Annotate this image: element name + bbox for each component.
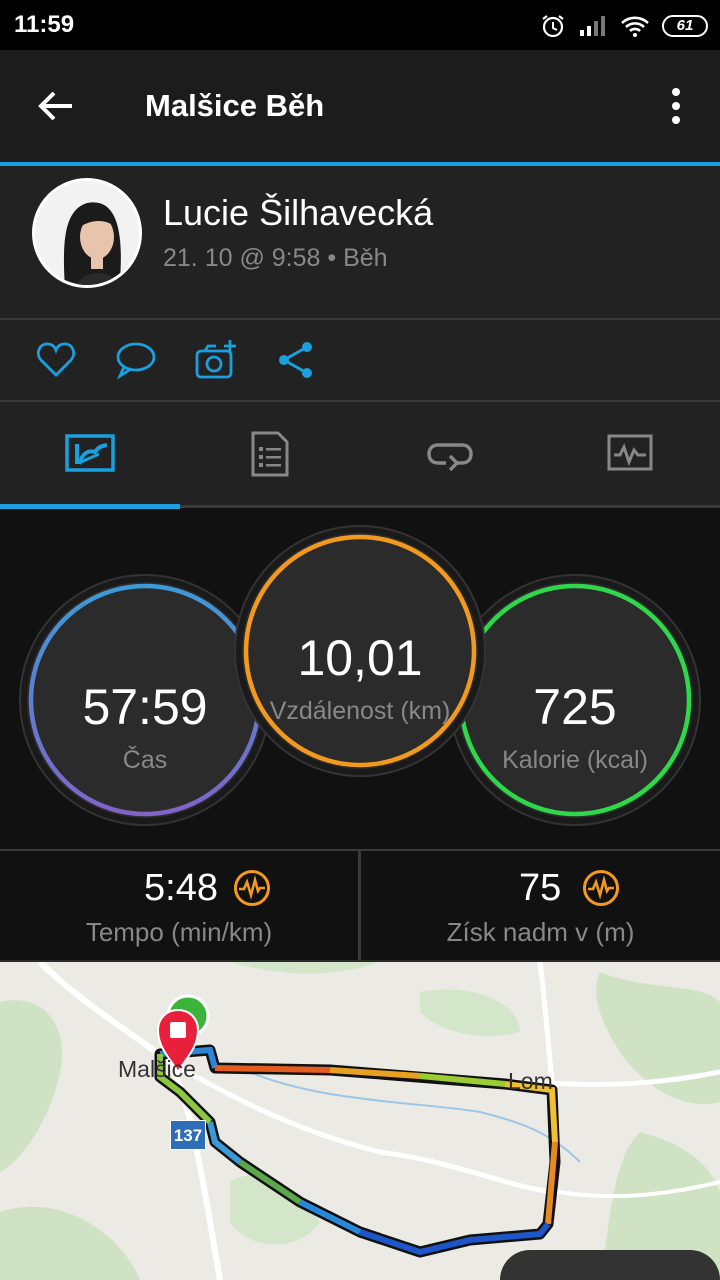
add-photo-icon[interactable] — [194, 338, 238, 382]
divider-vertical — [358, 851, 361, 961]
profile-header: Lucie Šilhavecká 21. 10 @ 9:58 • Běh — [0, 166, 720, 318]
arrow-back-icon[interactable] — [36, 86, 76, 126]
calories-ring[interactable]: 725 Kalorie (kcal) — [457, 582, 693, 818]
map-fab-button[interactable] — [500, 1250, 720, 1280]
elevation-chart-icon[interactable] — [582, 869, 620, 907]
tab-charts[interactable] — [540, 402, 720, 506]
tab-details[interactable] — [180, 402, 360, 506]
share-icon[interactable] — [274, 338, 318, 382]
time-ring[interactable]: 57:59 Čas — [27, 582, 263, 818]
elevation-label: Získ nadm v (m) — [446, 917, 635, 947]
road-number-shield: 137 — [170, 1120, 206, 1150]
stats-panel: 57:59 Čas 725 Kalorie (kcal) 10,01 Vzdál… — [0, 509, 720, 849]
more-vert-icon[interactable] — [666, 86, 686, 126]
avatar[interactable] — [32, 178, 142, 288]
status-icons: 61 — [540, 10, 708, 42]
laps-icon — [427, 443, 473, 471]
tab-bar — [0, 402, 720, 506]
elevation-value: 75 — [519, 867, 562, 909]
signal-icon — [580, 16, 605, 36]
details-icon — [251, 431, 289, 477]
charts-icon — [607, 434, 653, 471]
like-icon[interactable] — [34, 338, 78, 382]
page-title: Malšice Běh — [145, 88, 325, 123]
map-background — [0, 962, 720, 1280]
activity-meta: 21. 10 @ 9:58 • Běh — [163, 244, 388, 272]
route-map[interactable]: Malšice Lom 137 — [0, 962, 720, 1280]
pace-value: 5:48 — [144, 867, 218, 909]
distance-value: 10,01 — [297, 630, 423, 686]
comment-icon[interactable] — [114, 338, 158, 382]
map-label-malsice: Malšice — [118, 1056, 196, 1082]
status-time: 11:59 — [14, 11, 75, 38]
app-bar: Malšice Běh — [0, 50, 720, 162]
elevation-stat[interactable]: 75 Získ nadm v (m) — [361, 851, 720, 961]
action-bar — [0, 320, 720, 400]
alarm-icon — [542, 15, 564, 38]
tab-overview[interactable] — [0, 402, 180, 506]
calories-value: 725 — [533, 679, 617, 735]
pace-chart-icon[interactable] — [233, 869, 271, 907]
map-label-lom: Lom — [508, 1068, 553, 1094]
tab-laps[interactable] — [360, 402, 540, 506]
distance-label: Vzdálenost (km) — [269, 697, 451, 725]
pace-label: Tempo (min/km) — [85, 917, 273, 947]
tab-track — [180, 505, 720, 508]
distance-ring[interactable]: 10,01 Vzdálenost (km) — [242, 533, 478, 769]
battery-icon: 61 — [662, 15, 708, 37]
pace-stat[interactable]: 5:48 Tempo (min/km) — [0, 851, 358, 961]
wifi-icon — [621, 16, 649, 37]
calories-label: Kalorie (kcal) — [502, 746, 648, 774]
athlete-name[interactable]: Lucie Šilhavecká — [163, 192, 433, 234]
time-value: 57:59 — [82, 679, 208, 735]
overview-icon — [65, 434, 115, 472]
time-label: Čas — [122, 746, 168, 774]
status-bar: 11:59 61 — [0, 0, 720, 50]
